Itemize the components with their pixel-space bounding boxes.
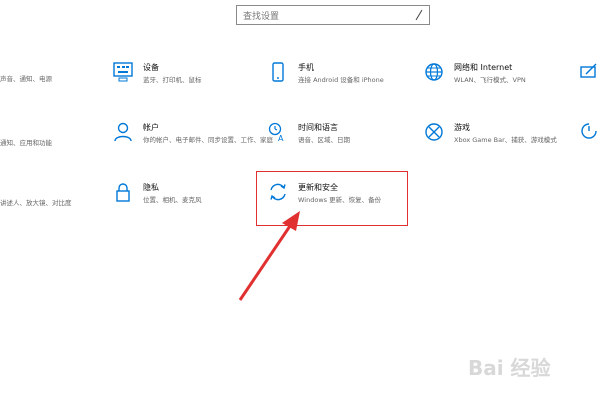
annotation-arrow <box>238 211 300 301</box>
tile-title: 帐户 <box>143 123 159 132</box>
watermark-logo: Bai 经验 <box>468 356 551 380</box>
phone-icon <box>272 62 284 82</box>
globe-icon <box>425 63 443 81</box>
svg-text:A: A <box>278 134 284 142</box>
edge-desc-apps: 通知、应用和功能 <box>0 139 52 147</box>
tile-description: 位置、相机、麦克风 <box>143 196 202 204</box>
edge-desc-ease: 讲述人、放大镜、对比度 <box>0 199 72 207</box>
xbox-icon <box>425 123 443 141</box>
lock-icon <box>116 183 130 202</box>
tile-title: 隐私 <box>143 183 159 192</box>
search-settings-box[interactable]: 查找设置 <box>236 5 430 25</box>
tile-description: 语音、区域、日期 <box>298 136 350 144</box>
search-refresh-icon[interactable] <box>580 122 598 140</box>
tile-description: Xbox Game Bar、捕获、游戏模式 <box>454 136 557 144</box>
tile-description: WLAN、飞行模式、VPN <box>454 76 526 84</box>
time-language-icon: A <box>268 122 284 142</box>
search-icon <box>415 9 423 21</box>
tile-description: 你的帐户、电子邮件、同步设置、工作、家庭 <box>143 136 273 144</box>
tile-description: 蓝牙、打印机、鼠标 <box>143 76 202 84</box>
tile-title: 网络和 Internet <box>454 63 513 72</box>
tile-title: 游戏 <box>454 123 470 132</box>
person-icon <box>114 122 132 142</box>
tile-title: 设备 <box>143 63 159 72</box>
keyboard-icon <box>113 62 133 82</box>
personalization-icon[interactable] <box>580 62 598 80</box>
tile-title: 手机 <box>298 63 314 72</box>
tile-description: 连接 Android 设备和 iPhone <box>298 76 384 84</box>
search-input[interactable]: 查找设置 <box>243 9 279 22</box>
edge-desc-system: 声音、通知、电源 <box>0 75 52 83</box>
tile-title: 时间和语言 <box>298 123 338 132</box>
